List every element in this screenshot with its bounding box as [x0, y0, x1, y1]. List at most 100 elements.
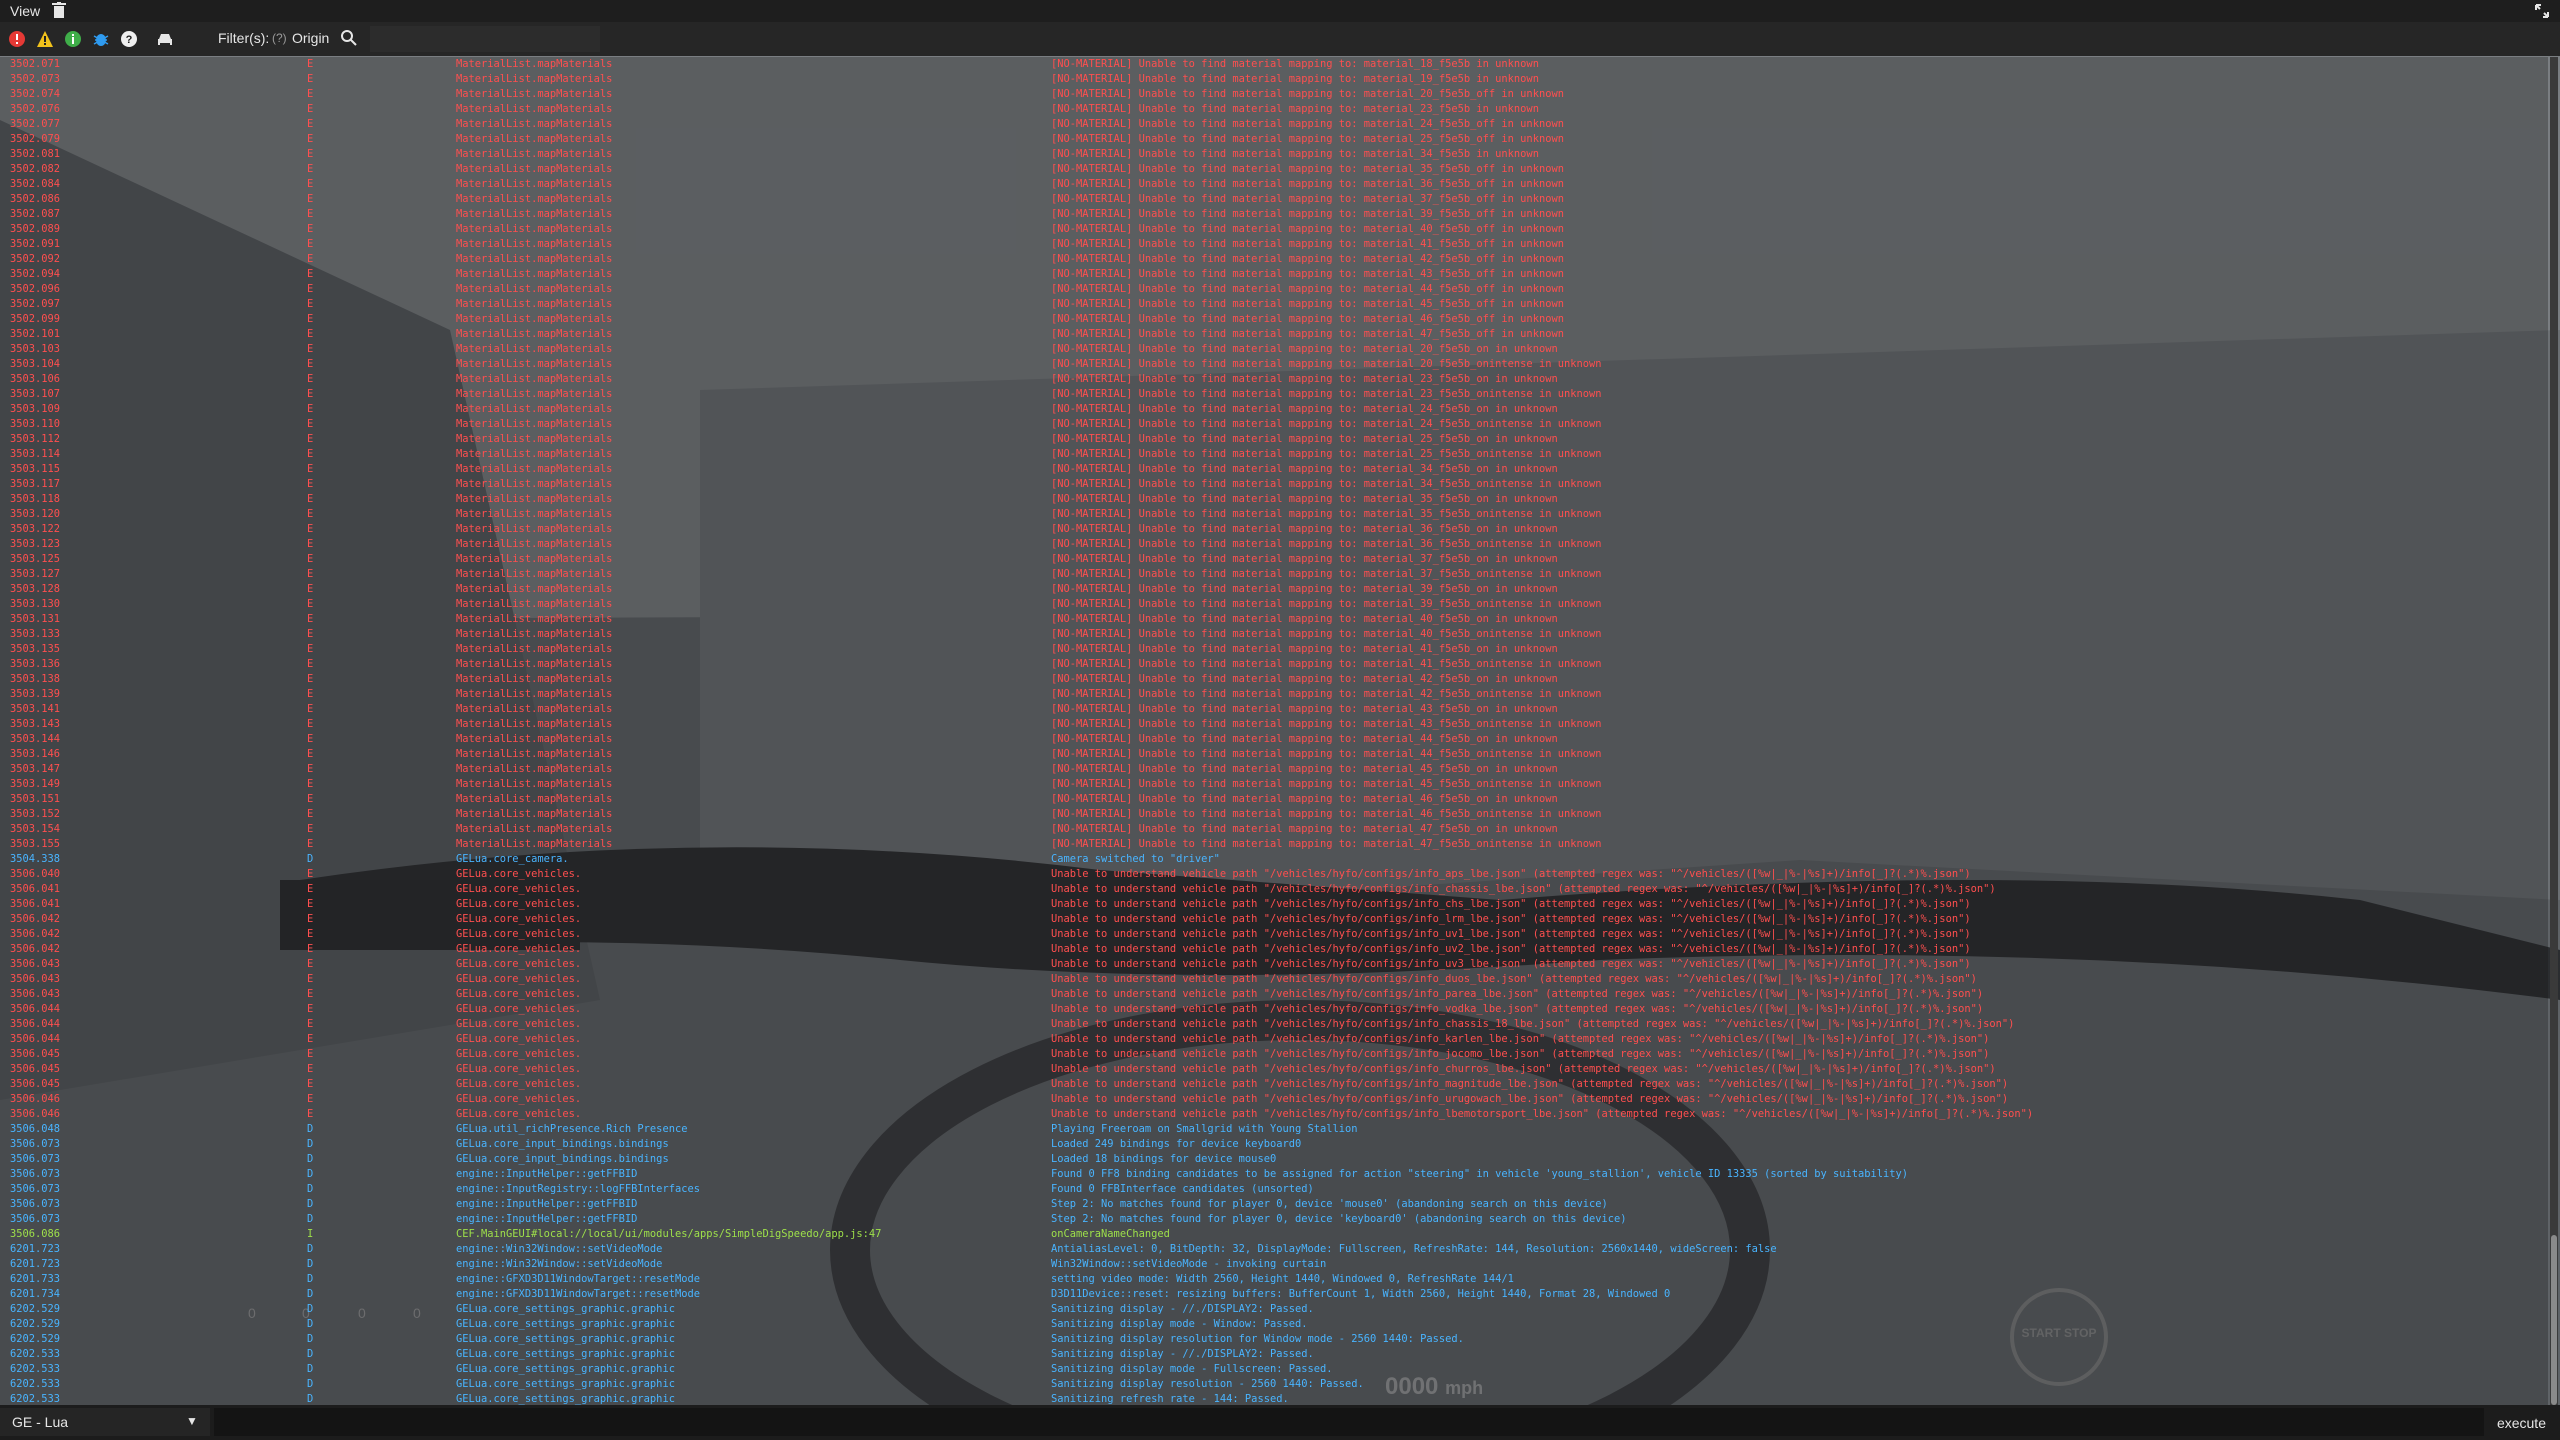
log-level: E — [307, 568, 314, 580]
log-level: E — [307, 733, 314, 745]
log-row: 6202.529 D GELua.core_settings_graphic.gra… — [0, 1317, 2548, 1332]
command-input[interactable] — [214, 1408, 2484, 1436]
log-origin: MaterialList.mapMaterials — [456, 628, 613, 640]
log-message: [NO-MATERIAL] Unable to find material ma… — [1051, 508, 1602, 520]
log-message: Unable to understand vehicle path "/vehi… — [1051, 868, 1971, 880]
filter-help[interactable]: (?) — [272, 31, 287, 45]
log-row: 3502.076 E MaterialList.mapMaterials [NO-MA… — [0, 102, 2548, 117]
log-time: 3506.073 — [10, 1213, 61, 1225]
log-level: D — [307, 1273, 314, 1285]
log-message: Unable to understand vehicle path "/vehi… — [1051, 1078, 2009, 1090]
log-message: [NO-MATERIAL] Unable to find material ma… — [1051, 478, 1602, 490]
log-level: D — [307, 1288, 314, 1300]
log-origin: MaterialList.mapMaterials — [456, 793, 613, 805]
log-time: 3503.154 — [10, 823, 61, 835]
log-message: [NO-MATERIAL] Unable to find material ma… — [1051, 523, 1558, 535]
log-time: 3506.041 — [10, 883, 61, 895]
log-level: E — [307, 1108, 314, 1120]
log-time: 6201.723 — [10, 1258, 61, 1270]
scrollbar-thumb[interactable] — [2551, 1235, 2557, 1405]
origin-filter-label[interactable]: Origin — [292, 30, 329, 46]
log-origin: MaterialList.mapMaterials — [456, 388, 613, 400]
log-row: 3506.046 E GELua.core_vehicles. Unable to u… — [0, 1107, 2548, 1122]
log-message: D3D11Device::reset: resizing buffers: Bu… — [1051, 1288, 1671, 1300]
search-icon[interactable] — [340, 29, 358, 47]
log-scrollbar[interactable] — [2550, 57, 2558, 1405]
vehicle-filter-icon[interactable] — [156, 30, 174, 48]
info-filter-icon[interactable] — [64, 30, 82, 48]
log-time: 3502.076 — [10, 103, 61, 115]
trash-icon[interactable] — [52, 2, 66, 18]
log-origin: MaterialList.mapMaterials — [456, 343, 613, 355]
log-time: 3503.117 — [10, 478, 61, 490]
log-origin: MaterialList.mapMaterials — [456, 838, 613, 850]
log-time: 3506.042 — [10, 943, 61, 955]
log-level: E — [307, 703, 314, 715]
log-row: 3503.138 E MaterialList.mapMaterials [NO-MA… — [0, 672, 2548, 687]
log-message: [NO-MATERIAL] Unable to find material ma… — [1051, 403, 1558, 415]
log-level: E — [307, 973, 314, 985]
log-time: 3503.147 — [10, 763, 61, 775]
log-message: [NO-MATERIAL] Unable to find material ma… — [1051, 358, 1602, 370]
log-origin: engine::Win32Window::setVideoMode — [456, 1243, 663, 1255]
error-filter-icon[interactable] — [8, 30, 26, 48]
warning-filter-icon[interactable] — [36, 30, 54, 48]
log-level: E — [307, 538, 314, 550]
log-row: 3502.077 E MaterialList.mapMaterials [NO-MA… — [0, 117, 2548, 132]
log-time: 3502.084 — [10, 178, 61, 190]
view-menu[interactable]: View — [10, 3, 40, 19]
log-message: [NO-MATERIAL] Unable to find material ma… — [1051, 493, 1558, 505]
log-message: [NO-MATERIAL] Unable to find material ma… — [1051, 628, 1602, 640]
log-level: E — [307, 658, 314, 670]
log-time: 3503.120 — [10, 508, 61, 520]
log-message: [NO-MATERIAL] Unable to find material ma… — [1051, 778, 1602, 790]
log-row: 3503.118 E MaterialList.mapMaterials [NO-MA… — [0, 492, 2548, 507]
log-time: 3503.141 — [10, 703, 61, 715]
log-message: [NO-MATERIAL] Unable to find material ma… — [1051, 193, 1564, 205]
log-time: 3503.133 — [10, 628, 61, 640]
log-row: 3503.147 E MaterialList.mapMaterials [NO-MA… — [0, 762, 2548, 777]
log-row: 3503.104 E MaterialList.mapMaterials [NO-MA… — [0, 357, 2548, 372]
log-level: E — [307, 463, 314, 475]
log-message: Unable to understand vehicle path "/vehi… — [1051, 898, 1971, 910]
log-row: 3506.041 E GELua.core_vehicles. Unable to u… — [0, 897, 2548, 912]
log-row: 6202.529 D GELua.core_settings_graphic.gra… — [0, 1302, 2548, 1317]
log-message: Unable to understand vehicle path "/vehi… — [1051, 928, 1971, 940]
log-level: D — [307, 1378, 314, 1390]
log-origin: MaterialList.mapMaterials — [456, 178, 613, 190]
log-message: [NO-MATERIAL] Unable to find material ma… — [1051, 658, 1602, 670]
log-row: 3503.110 E MaterialList.mapMaterials [NO-MA… — [0, 417, 2548, 432]
log-level: D — [307, 1153, 314, 1165]
log-message: Sanitizing display mode - Window: Passed… — [1051, 1318, 1308, 1330]
log-message: [NO-MATERIAL] Unable to find material ma… — [1051, 748, 1602, 760]
filter-input[interactable] — [370, 26, 600, 52]
log-origin: GELua.core_input_bindings.bindings — [456, 1138, 669, 1150]
log-level: E — [307, 1078, 314, 1090]
execute-button[interactable]: execute — [2497, 1415, 2546, 1431]
log-message: [NO-MATERIAL] Unable to find material ma… — [1051, 688, 1602, 700]
log-time: 6202.529 — [10, 1303, 61, 1315]
log-time: 3503.152 — [10, 808, 61, 820]
log-origin: GELua.core_vehicles. — [456, 913, 582, 925]
context-select[interactable]: GE - Lua ▼ — [0, 1408, 210, 1436]
log-row: 3503.144 E MaterialList.mapMaterials [NO-MA… — [0, 732, 2548, 747]
log-row: 3502.096 E MaterialList.mapMaterials [NO-MA… — [0, 282, 2548, 297]
log-level: E — [307, 343, 314, 355]
help-filter-icon[interactable]: ? — [120, 30, 138, 48]
log-origin: GELua.core_vehicles. — [456, 1018, 582, 1030]
log-message: Loaded 18 bindings for device mouse0 — [1051, 1153, 1277, 1165]
log-origin: MaterialList.mapMaterials — [456, 598, 613, 610]
log-level: E — [307, 628, 314, 640]
log-time: 3503.114 — [10, 448, 61, 460]
log-time: 3506.048 — [10, 1123, 61, 1135]
log-message: [NO-MATERIAL] Unable to find material ma… — [1051, 763, 1558, 775]
log-message: [NO-MATERIAL] Unable to find material ma… — [1051, 418, 1602, 430]
log-row: 3503.155 E MaterialList.mapMaterials [NO-MA… — [0, 837, 2548, 852]
log-level: D — [307, 1333, 314, 1345]
log-message: [NO-MATERIAL] Unable to find material ma… — [1051, 238, 1564, 250]
log-level: D — [307, 1198, 314, 1210]
log-message: AntialiasLevel: 0, BitDepth: 32, Display… — [1051, 1243, 1777, 1255]
log-row: 3506.044 E GELua.core_vehicles. Unable to u… — [0, 1032, 2548, 1047]
maximize-icon[interactable] — [2534, 3, 2550, 19]
debug-filter-icon[interactable] — [92, 30, 110, 48]
